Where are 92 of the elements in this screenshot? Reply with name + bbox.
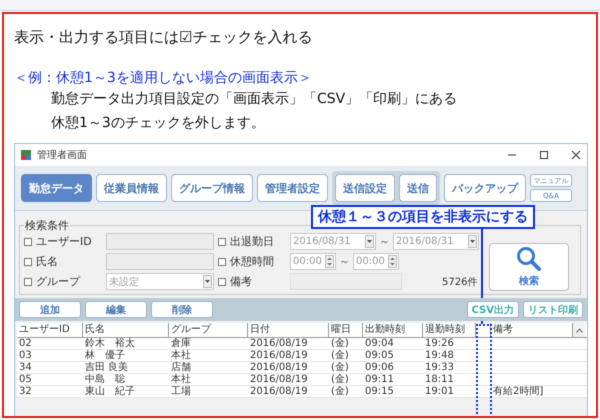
action-button[interactable]: 追加 bbox=[19, 301, 81, 318]
callout-label: 休憩１～３の項目を非表示にする bbox=[311, 205, 535, 229]
table-cell-text: 本社 bbox=[170, 350, 192, 361]
nav-tab[interactable]: 管理者設定 bbox=[257, 174, 328, 202]
table-cell-text: 中島 聡 bbox=[84, 374, 126, 385]
field-label: グループ bbox=[36, 274, 82, 289]
search-button[interactable]: 検索 bbox=[489, 243, 569, 291]
nav-tab[interactable]: 従業員情報 bbox=[96, 174, 167, 202]
field-label: ユーザーID bbox=[36, 234, 93, 249]
table-cell-text: 18:11 bbox=[424, 374, 455, 385]
table-cell-text: 19:48 bbox=[424, 350, 455, 361]
body-text: 休憩1～3のチェックを外します。 bbox=[51, 114, 266, 133]
nav-tab[interactable]: グループ情報 bbox=[171, 174, 253, 202]
table-cell-text: 2016/08/19 bbox=[249, 362, 309, 373]
table-cell-text: (金) bbox=[330, 362, 350, 373]
field-label: 休憩時間 bbox=[230, 254, 275, 269]
time-field[interactable]: 00:00 bbox=[290, 253, 336, 270]
close-icon[interactable] bbox=[571, 150, 581, 160]
table-cell-text: 32 bbox=[18, 386, 33, 397]
range-separator: ～ bbox=[379, 234, 390, 249]
column-header[interactable]: グループ bbox=[169, 323, 248, 337]
time-field[interactable]: 00:00 bbox=[353, 253, 399, 270]
nav-tab[interactable]: 送信 bbox=[399, 174, 437, 202]
table-cell-text: (金) bbox=[330, 386, 350, 397]
maximize-icon[interactable] bbox=[539, 150, 549, 160]
table-cell-text: 倉庫 bbox=[170, 338, 192, 349]
table-cell-text: 林 優子 bbox=[84, 350, 126, 361]
checkbox[interactable] bbox=[24, 238, 32, 246]
table-cell-text: 19:26 bbox=[424, 338, 455, 349]
field-label: 氏名 bbox=[36, 254, 59, 269]
scroll-up-icon[interactable] bbox=[576, 328, 582, 332]
action-button[interactable]: 編集 bbox=[85, 301, 147, 318]
table-cell-text: 2016/08/19 bbox=[249, 374, 309, 385]
table-cell-text: 本社 bbox=[170, 374, 192, 385]
table-cell-text: 09:15 bbox=[364, 386, 395, 397]
table-cell-text: 09:06 bbox=[364, 362, 395, 373]
column-header[interactable]: 出勤時刻 bbox=[363, 323, 423, 337]
field-label: 備考 bbox=[230, 274, 253, 289]
table-cell-text: 19:33 bbox=[424, 362, 455, 373]
example-title: ＜例：休憩1～3を適用しない場合の画面表示＞ bbox=[14, 69, 313, 87]
app-icon bbox=[21, 150, 31, 160]
table-cell-text: 05 bbox=[18, 374, 33, 385]
search-legend: 検索条件 bbox=[24, 218, 70, 233]
table-cell-text: 34 bbox=[18, 362, 33, 373]
spinner-icon[interactable] bbox=[325, 255, 334, 268]
nav-tab[interactable]: 送信設定 bbox=[335, 174, 395, 202]
column-header[interactable]: 氏名 bbox=[83, 323, 169, 337]
table-cell-text: 09:11 bbox=[364, 374, 395, 385]
table-cell-text: 工場 bbox=[170, 386, 192, 397]
input-field[interactable] bbox=[106, 253, 214, 270]
date-field[interactable]: 2016/08/31 bbox=[393, 233, 479, 250]
body-text: 勤怠データ出力項目設定の「画面表示」「CSV」「印刷」にある bbox=[51, 90, 458, 109]
backup-button[interactable]: バックアップ bbox=[444, 174, 526, 202]
table-cell-text: (金) bbox=[330, 350, 350, 361]
heading-text: 表示・出力する項目には☑チェックを入れる bbox=[14, 28, 314, 47]
table-cell-text: 店舗 bbox=[170, 362, 192, 373]
table-cell-text: 東山 紀子 bbox=[84, 386, 136, 397]
input-field[interactable] bbox=[106, 233, 214, 250]
date-field[interactable]: 2016/08/31 bbox=[290, 233, 376, 250]
output-button[interactable]: CSV出力 bbox=[466, 301, 519, 318]
table-cell-text: 09:05 bbox=[364, 350, 395, 361]
table-cell-text: (金) bbox=[330, 374, 350, 385]
table-cell-text: 2016/08/19 bbox=[249, 350, 309, 361]
checkbox[interactable] bbox=[218, 238, 226, 246]
result-count: 5726件 bbox=[442, 276, 478, 288]
output-button[interactable]: リスト印刷 bbox=[523, 301, 583, 318]
column-header[interactable]: 曜日 bbox=[329, 323, 363, 337]
search-icon bbox=[516, 246, 542, 272]
column-header[interactable]: ユーザーID bbox=[17, 323, 83, 337]
table-cell-text: (金) bbox=[330, 338, 350, 349]
column-header[interactable]: 日付 bbox=[248, 323, 329, 337]
field-label: 出退勤日 bbox=[230, 234, 275, 249]
spinner-icon[interactable] bbox=[388, 255, 397, 268]
table-cell-text: 02 bbox=[18, 338, 33, 349]
table-cell-text: 19:01 bbox=[424, 386, 455, 397]
range-separator: ～ bbox=[339, 254, 350, 269]
group-select[interactable]: 未設定 bbox=[106, 273, 214, 290]
action-button[interactable]: 削除 bbox=[151, 301, 213, 318]
table-cell-text: 吉田 良美 bbox=[84, 362, 130, 373]
checkbox[interactable] bbox=[24, 258, 32, 266]
column-header[interactable]: 退勤時刻 bbox=[423, 323, 476, 337]
nav-tab[interactable]: 勤怠データ bbox=[21, 174, 92, 202]
table-cell-text: 03 bbox=[18, 350, 33, 361]
checkbox[interactable] bbox=[218, 258, 226, 266]
table-cell-text: 2016/08/19 bbox=[249, 338, 309, 349]
window-title: 管理者画面 bbox=[37, 148, 87, 162]
table-cell-text: 09:04 bbox=[364, 338, 395, 349]
checkbox[interactable] bbox=[218, 278, 226, 286]
table-cell-text: 有給2時間] bbox=[492, 386, 544, 397]
table-cell-text: 鈴木 裕太 bbox=[84, 338, 136, 349]
table-cell-text: 2016/08/19 bbox=[249, 386, 309, 397]
checkbox[interactable] bbox=[24, 278, 32, 286]
